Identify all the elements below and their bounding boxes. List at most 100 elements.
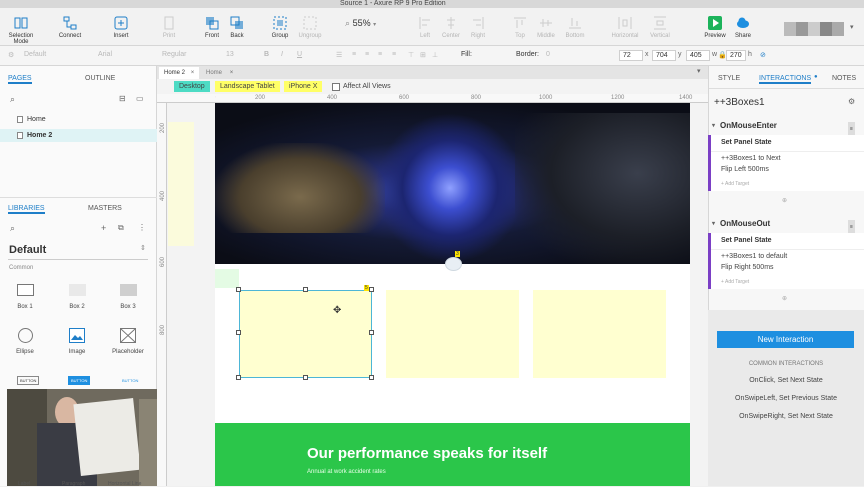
font-size-select[interactable]: 13 (226, 51, 234, 58)
share-button[interactable]: Share (726, 16, 760, 39)
tab-home-2[interactable]: Home 2 × (159, 67, 200, 79)
box-2[interactable] (386, 290, 519, 378)
view-desktop[interactable]: Desktop (174, 81, 210, 92)
common-interaction-item[interactable]: OnSwipeRight, Set Next State (708, 413, 864, 420)
event-menu-icon[interactable]: ≡ (848, 220, 855, 234)
back-button[interactable]: Back (220, 16, 254, 39)
distribute-horizontal-button[interactable]: Horizontal (608, 16, 642, 39)
underline-icon[interactable]: U (297, 51, 302, 58)
scroll-handle[interactable] (445, 257, 462, 271)
tab-home[interactable]: Home × (201, 67, 239, 79)
weight-select[interactable]: Regular (162, 51, 187, 58)
align-text-center-icon[interactable]: ≡ (365, 51, 369, 58)
library-item-button[interactable]: BUTTON (17, 376, 40, 385)
border-width[interactable]: 0 (546, 51, 550, 58)
align-text-left-icon[interactable]: ≡ (352, 51, 356, 58)
tab-libraries[interactable]: LIBRARIES (8, 205, 45, 214)
insert-button[interactable]: Insert (104, 16, 138, 39)
valign-bottom-icon[interactable]: ⊥ (432, 51, 438, 59)
resize-handle[interactable] (236, 330, 241, 335)
align-right-button[interactable]: Right (461, 16, 495, 39)
library-item-ellipse[interactable]: Ellipse (5, 328, 45, 355)
y-field[interactable]: 704 (652, 50, 676, 61)
view-iphone-x[interactable]: iPhone X (284, 81, 323, 92)
resize-handle[interactable] (369, 330, 374, 335)
chevron-down-icon[interactable]: ▾ (850, 23, 854, 31)
library-item-primary-button[interactable]: BUTTON (68, 376, 91, 385)
resize-handle[interactable] (303, 375, 308, 380)
style-settings-icon[interactable]: ⚙ (8, 51, 14, 59)
tab-menu-icon[interactable]: ▾ (697, 67, 701, 75)
italic-icon[interactable]: I (281, 51, 283, 58)
connect-button[interactable]: Connect (53, 16, 87, 39)
action-set-panel-state[interactable]: Set Panel State ++3Boxes1 to Next Flip L… (708, 135, 864, 191)
resize-handle[interactable] (303, 287, 308, 292)
page-item-home[interactable]: Home (0, 113, 157, 126)
add-target-link[interactable]: + Add Target (721, 181, 749, 187)
search-icon[interactable]: ⌕ (10, 94, 15, 105)
event-menu-icon[interactable]: ≡ (848, 122, 855, 136)
hero-image[interactable] (215, 103, 690, 264)
selection-mode-button[interactable]: Selection Mode (4, 16, 38, 45)
ungroup-button[interactable]: Ungroup (293, 16, 327, 39)
tab-pages[interactable]: PAGES (8, 75, 32, 84)
add-library-icon[interactable]: + (101, 223, 106, 233)
add-action-icon[interactable]: ⊕ (782, 197, 787, 204)
tab-interactions[interactable]: INTERACTIONS (759, 75, 812, 84)
library-item-placeholder[interactable]: Placeholder (108, 328, 148, 355)
settings-icon[interactable]: ⚙ (848, 97, 855, 106)
library-item-box3[interactable]: Box 3 (108, 284, 148, 310)
copy-icon[interactable]: ⧉ (118, 223, 124, 233)
performance-title[interactable]: Our performance speaks for itself (307, 445, 547, 462)
section-common[interactable]: Common (9, 265, 33, 271)
close-icon[interactable]: × (230, 70, 234, 76)
performance-subtitle[interactable]: Annual at work accident rates (307, 469, 386, 475)
new-interaction-button[interactable]: New Interaction (717, 331, 854, 348)
chevron-updown-icon[interactable]: ⇕ (140, 244, 146, 252)
font-select[interactable]: Arial (98, 51, 112, 58)
widget-name[interactable]: ++3Boxes1 (714, 97, 765, 108)
x-field[interactable]: 72 (619, 50, 643, 61)
event-onmouseout[interactable]: ▾ OnMouseOut ≡ (708, 217, 864, 234)
library-item-box2[interactable]: Box 2 (57, 284, 97, 310)
more-icon[interactable]: ⋮ (138, 223, 146, 232)
valign-top-icon[interactable]: ⊤ (408, 51, 414, 59)
resize-handle[interactable] (369, 375, 374, 380)
tab-notes[interactable]: NOTES (832, 75, 856, 82)
add-action-icon[interactable]: ⊕ (782, 295, 787, 302)
box-3[interactable] (533, 290, 666, 378)
folder-icon[interactable]: ▭ (136, 94, 144, 103)
close-icon[interactable]: × (191, 70, 195, 76)
offcanvas-widget[interactable] (168, 122, 194, 246)
library-item-image[interactable]: Image (57, 328, 97, 355)
resize-handle[interactable] (236, 375, 241, 380)
style-select[interactable]: Default (24, 51, 46, 58)
align-text-justify-icon[interactable]: ≡ (392, 51, 396, 58)
tab-masters[interactable]: MASTERS (88, 205, 122, 212)
zoom-control[interactable]: ⌕ 55% ▾ (345, 18, 393, 30)
hide-icon[interactable]: ⊘ (760, 51, 766, 59)
add-target-link[interactable]: + Add Target (721, 279, 749, 285)
box-1[interactable] (239, 290, 372, 378)
library-name[interactable]: Default (9, 244, 46, 256)
affect-all-views-checkbox[interactable] (332, 83, 340, 91)
view-landscape-tablet[interactable]: Landscape Tablet (215, 81, 280, 92)
tab-outline[interactable]: OUTLINE (85, 75, 115, 82)
tab-style[interactable]: STYLE (718, 75, 740, 82)
page-item-home-2[interactable]: Home 2 (0, 129, 157, 142)
bold-icon[interactable]: B (264, 51, 269, 58)
action-set-panel-state[interactable]: Set Panel State ++3Boxes1 to default Fli… (708, 233, 864, 289)
resize-handle[interactable] (236, 287, 241, 292)
common-interaction-item[interactable]: OnSwipeLeft, Set Previous State (708, 395, 864, 402)
event-onmouseenter[interactable]: ▾ OnMouseEnter ≡ (708, 119, 864, 136)
height-field[interactable]: 270 (726, 50, 746, 61)
align-bottom-button[interactable]: Bottom (558, 16, 592, 39)
group-button[interactable]: Group (263, 16, 297, 39)
distribute-vertical-button[interactable]: Vertical (643, 16, 677, 39)
account-avatar[interactable] (784, 22, 844, 36)
add-page-icon[interactable]: ⊟ (119, 94, 126, 103)
search-icon[interactable]: ⌕ (10, 223, 15, 234)
valign-middle-icon[interactable]: ⊞ (420, 51, 426, 59)
resize-handle[interactable] (369, 287, 374, 292)
library-item-box1[interactable]: Box 1 (5, 284, 45, 310)
